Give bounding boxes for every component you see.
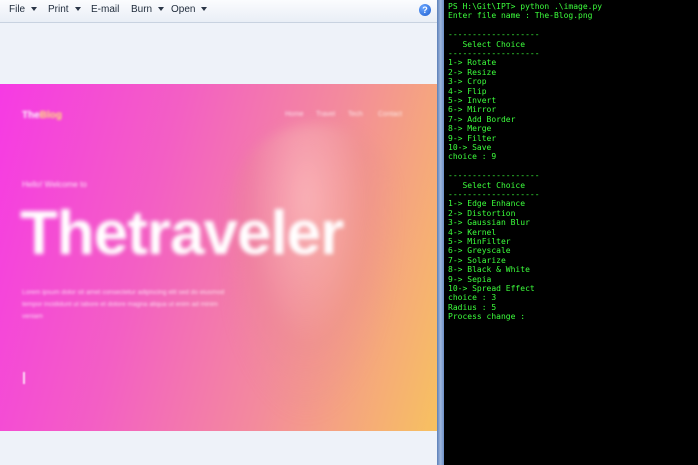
terminal-line: 9-> Filter — [448, 133, 497, 143]
photo-viewer-window: File Print E-mail Burn Open ? TheBlog Ho… — [0, 0, 437, 465]
terminal-line: Select Choice — [448, 39, 526, 49]
hero-title: Thetraveler — [20, 199, 344, 268]
site-logo: TheBlog — [22, 110, 62, 121]
terminal-line: ------------------- — [448, 190, 540, 199]
welcome-text: Hello! Welcome to — [22, 180, 87, 189]
file-menu[interactable]: File — [9, 4, 38, 15]
terminal-line: choice : 3 — [448, 293, 497, 303]
terminal-line: 6-> Mirror — [448, 105, 497, 115]
window-splitter[interactable] — [437, 0, 444, 465]
terminal-line: 1-> Edge Enhance — [448, 199, 526, 209]
open-menu-label: Open — [171, 4, 196, 15]
terminal-line: 8-> Black & White — [448, 265, 530, 275]
terminal-line: 10-> Save — [448, 143, 492, 152]
nav-item: Contact — [378, 111, 403, 118]
help-icon[interactable]: ? — [419, 4, 431, 16]
terminal-line: 3-> Gaussian Blur — [448, 218, 530, 228]
displayed-image: TheBlog Home Travel Tech Contact Hello! … — [0, 84, 437, 431]
terminal-line: 4-> Kernel — [448, 227, 497, 237]
nav-item: Home — [285, 111, 304, 118]
burn-menu[interactable]: Burn — [131, 4, 165, 15]
terminal-line: 8-> Merge — [448, 124, 492, 134]
chevron-down-icon — [74, 7, 81, 12]
email-button-label: E-mail — [91, 4, 120, 15]
terminal-line: Radius : 5 — [448, 302, 497, 312]
terminal-line: 2-> Distortion — [448, 208, 516, 218]
terminal-line: Process change : — [448, 312, 526, 322]
chevron-down-icon — [201, 7, 208, 12]
terminal-line: ------------------- — [448, 30, 540, 40]
terminal-line: 6-> Greyscale — [448, 246, 511, 256]
terminal-window[interactable]: PS H:\Git\IPT> python .\image.py Enter fi… — [444, 0, 698, 465]
terminal-line: 5-> MinFilter — [448, 237, 511, 246]
terminal-line: 5-> Invert — [448, 96, 497, 105]
terminal-line: ------------------- — [448, 171, 540, 181]
person-photo — [230, 124, 400, 424]
terminal-line: Select Choice — [448, 180, 526, 190]
chevron-down-icon — [158, 7, 165, 12]
file-menu-label: File — [9, 4, 26, 15]
terminal-line: 1-> Rotate — [448, 58, 497, 68]
nav-item: Travel — [316, 111, 336, 118]
print-menu-label: Print — [48, 4, 69, 15]
terminal-line: 4-> Flip — [448, 86, 487, 96]
terminal-line: 3-> Crop — [448, 77, 487, 87]
terminal-line: 9-> Sepia — [448, 274, 492, 284]
burn-menu-label: Burn — [131, 4, 153, 15]
terminal-line: 10-> Spread Effect — [448, 284, 535, 293]
terminal-line: 7-> Add Border — [448, 114, 516, 124]
terminal-line: 7-> Solarize — [448, 255, 506, 265]
terminal-line: Enter file name : The-Blog.png — [448, 11, 593, 21]
open-menu[interactable]: Open — [171, 4, 208, 15]
email-button[interactable]: E-mail — [91, 4, 119, 15]
terminal-line: choice : 9 — [448, 152, 497, 162]
terminal-line: PS H:\Git\IPT> python .\image.py — [448, 2, 603, 11]
chevron-down-icon — [31, 7, 38, 12]
terminal-line: 2-> Resize — [448, 67, 497, 77]
menu-bar: File Print E-mail Burn Open ? — [0, 0, 437, 23]
print-menu[interactable]: Print — [48, 4, 81, 15]
nav-item: Tech — [348, 111, 363, 118]
logo-main: The — [22, 110, 40, 121]
logo-accent: Blog — [39, 110, 62, 121]
terminal-line: ------------------- — [448, 49, 540, 58]
scroll-down-icon — [23, 372, 25, 384]
hero-paragraph: Lorem ipsum dolor sit amet consectetur a… — [22, 289, 225, 320]
